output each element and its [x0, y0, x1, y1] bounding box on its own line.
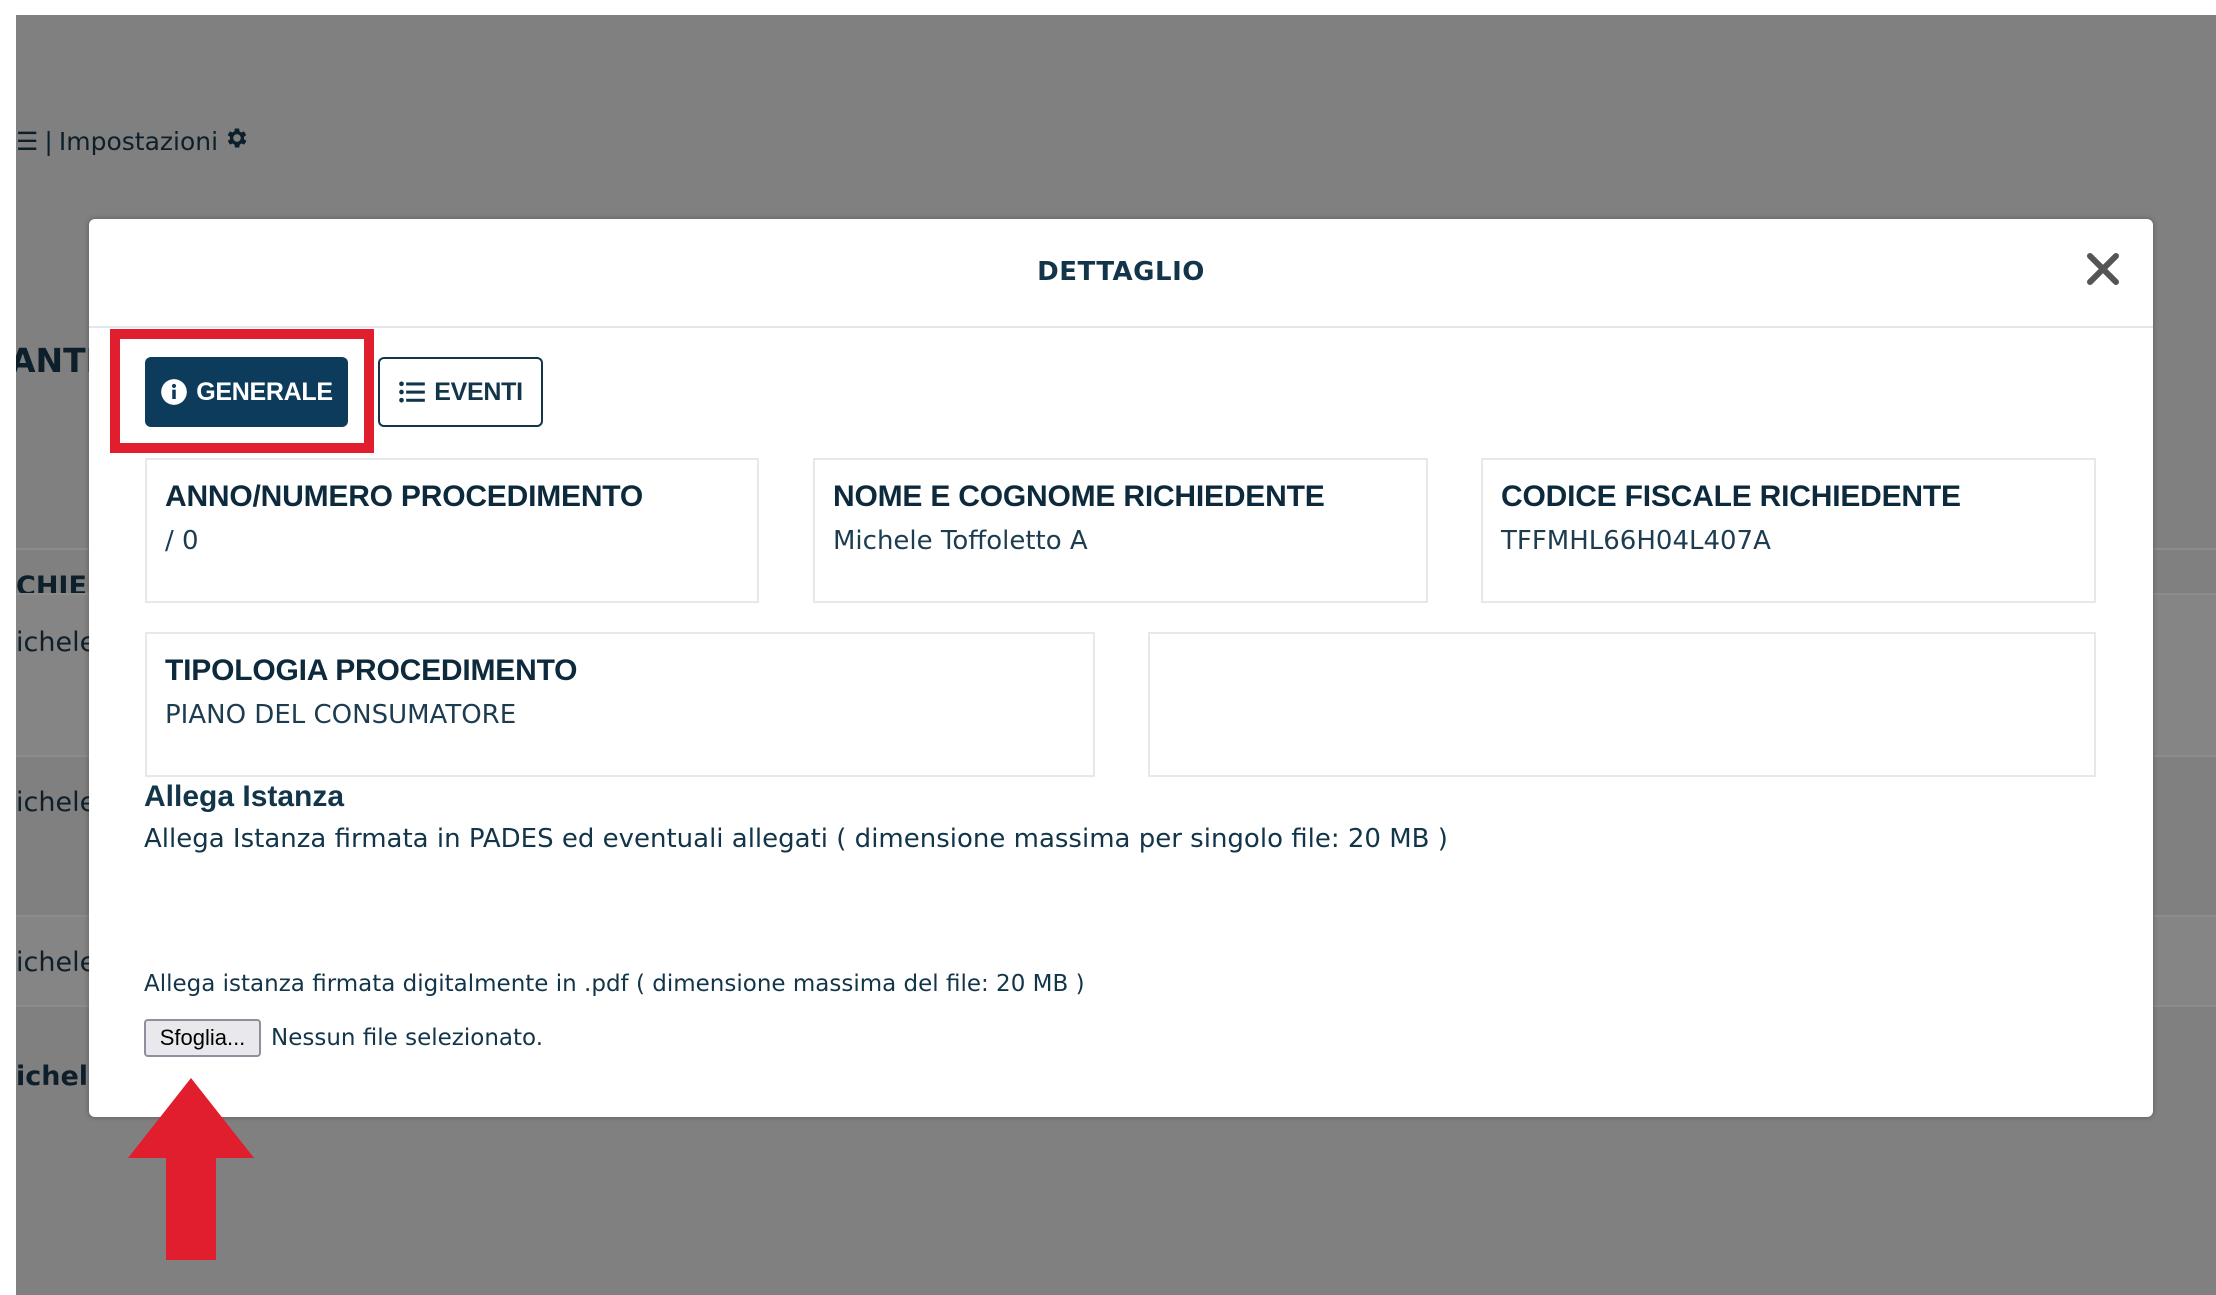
- tab-label: GENERALE: [196, 377, 333, 406]
- background-row-text: ichele: [16, 947, 97, 978]
- background-nav: ☰ | Impostazioni: [16, 125, 250, 157]
- close-button[interactable]: [2081, 247, 2125, 291]
- field-label: TIPOLOGIA PROCEDIMENTO: [165, 654, 578, 687]
- field-label: ANNO/NUMERO PROCEDIMENTO: [165, 480, 643, 513]
- field-value: PIANO DEL CONSUMATORE: [165, 700, 517, 730]
- gear-icon: [224, 125, 250, 157]
- tab-label: EVENTI: [434, 377, 523, 406]
- field-value: / 0: [165, 526, 199, 556]
- attachment-title: Allega Istanza: [144, 780, 345, 813]
- field-card-empty: [1148, 632, 2096, 777]
- field-card-anno-numero: ANNO/NUMERO PROCEDIMENTO / 0: [145, 458, 759, 603]
- tab-eventi[interactable]: EVENTI: [378, 357, 543, 427]
- browse-file-button[interactable]: Sfoglia...: [144, 1019, 261, 1057]
- tab-generale[interactable]: GENERALE: [145, 357, 348, 427]
- field-card-nome-cognome: NOME E COGNOME RICHIEDENTE Michele Toffo…: [813, 458, 1428, 603]
- arrow-up-icon: [128, 1078, 254, 1260]
- field-label: CODICE FISCALE RICHIEDENTE: [1501, 480, 1961, 513]
- field-card-tipologia: TIPOLOGIA PROCEDIMENTO PIANO DEL CONSUMA…: [145, 632, 1095, 777]
- settings-link-label: Impostazioni: [58, 126, 219, 156]
- close-icon: [2087, 253, 2119, 285]
- field-card-codice-fiscale: CODICE FISCALE RICHIEDENTE TFFMHL66H04L4…: [1481, 458, 2096, 603]
- field-value: TFFMHL66H04L407A: [1501, 526, 1771, 556]
- background-row-text: ichele: [16, 787, 97, 818]
- attachment-description: Allega Istanza firmata in PADES ed event…: [144, 824, 1448, 854]
- list-icon: [399, 381, 426, 403]
- nav-separator: |: [44, 126, 53, 156]
- file-status: Nessun file selezionato.: [271, 1025, 544, 1051]
- field-value: Michele Toffoletto A: [833, 526, 1088, 556]
- field-label: NOME E COGNOME RICHIEDENTE: [833, 480, 1325, 513]
- detail-modal: DETTAGLIO GENERALE EVENTI ANNO/NUMERO PR…: [89, 219, 2153, 1117]
- info-circle-icon: [161, 379, 188, 405]
- background-row-text: ichele: [16, 627, 97, 658]
- modal-title: DETTAGLIO: [1037, 257, 1205, 287]
- menu-icon: ☰: [16, 126, 39, 156]
- modal-header: DETTAGLIO: [89, 219, 2153, 328]
- file-upload-hint: Allega istanza firmata digitalmente in .…: [144, 971, 1085, 997]
